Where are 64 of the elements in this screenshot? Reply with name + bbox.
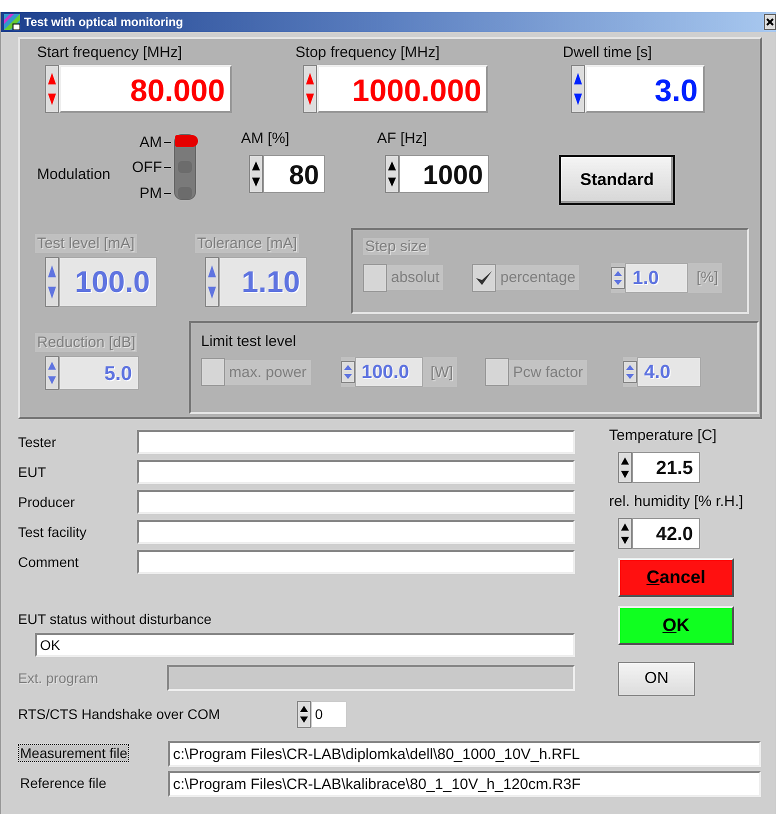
spin-buttons[interactable] (618, 518, 632, 549)
switch-position[interactable] (178, 186, 192, 199)
field-label: Test level [mA] (35, 234, 137, 252)
checkbox[interactable] (485, 358, 510, 386)
text-field[interactable] (137, 460, 575, 484)
checkbox-label: Pcw factor (509, 360, 588, 385)
numeric-field[interactable]: 80 (263, 154, 325, 193)
on-button[interactable]: ON (618, 662, 695, 696)
action-button[interactable]: Cancel (618, 558, 734, 597)
unit-label: [W] (430, 364, 454, 381)
text-field[interactable] (137, 430, 575, 454)
field-label: EUT status without disturbance (18, 611, 213, 627)
text-field[interactable]: OK (35, 633, 575, 657)
field-label: RTS/CTS Handshake over COM (18, 706, 222, 722)
checkbox[interactable] (201, 358, 225, 386)
numeric-field[interactable]: 1000 (399, 154, 489, 193)
text-field[interactable]: c:\Program Files\CR-LAB\diplomka\dell\80_1000_10V_h.RFL (168, 741, 761, 767)
field-label: Test facility (18, 524, 88, 540)
spin-buttons[interactable] (249, 154, 263, 193)
spin-buttons[interactable] (297, 700, 311, 728)
unit-label: [%] (695, 269, 720, 286)
field-label: Reference file (19, 774, 108, 792)
field-label: Modulation (37, 166, 112, 183)
field-label: Tolerance [mA] (195, 234, 300, 252)
numeric-field[interactable]: 0 (311, 700, 347, 728)
numeric-field[interactable]: 21.5 (632, 452, 700, 483)
field-label: Producer (18, 494, 76, 510)
numeric-field[interactable]: 3.0 (584, 65, 705, 113)
field-label: Temperature [C] (609, 427, 718, 444)
field-label: Reduction [dB] (35, 333, 138, 352)
group-title: Limit test level (201, 333, 298, 350)
text-field[interactable] (137, 550, 575, 574)
field-label: EUT (18, 464, 47, 480)
field-label: Tester (18, 434, 58, 450)
spin-buttons[interactable] (618, 452, 632, 483)
window-title: Test with optical monitoring (24, 15, 184, 29)
field-label: Start frequency [MHz] (37, 44, 184, 61)
close-icon[interactable] (764, 14, 776, 30)
checkbox-label: absolut (387, 265, 444, 290)
action-button[interactable]: OK (618, 606, 734, 645)
switch-position-label: PM (115, 184, 171, 202)
field-label: rel. humidity [% r.H.] (609, 493, 744, 510)
spin-buttons[interactable] (385, 154, 399, 193)
group-title: Step size (363, 238, 429, 254)
switch-position-label: AM (115, 134, 171, 151)
switch-position[interactable] (175, 134, 198, 147)
checkbox-label: percentage (496, 265, 580, 290)
switch-position-label: OFF (115, 159, 171, 176)
field-label: Comment (18, 554, 80, 570)
checkbox-label: max. power (225, 360, 311, 385)
field-label: Stop frequency [MHz] (295, 44, 441, 61)
field-label: AM [%] (241, 130, 290, 147)
text-field[interactable]: c:\Program Files\CR-LAB\kalibrace\80_1_10V_h_120cm.R3F (168, 771, 761, 797)
numeric-field[interactable]: 42.0 (632, 518, 700, 549)
app-icon (4, 14, 20, 30)
field-label: AF [Hz] (377, 130, 428, 147)
field-label: Measurement file (18, 744, 130, 762)
text-field[interactable] (137, 520, 575, 544)
text-field[interactable] (137, 490, 575, 514)
field-label: Ext. program (18, 670, 100, 686)
numeric-field[interactable]: 1000.000 (317, 65, 488, 113)
numeric-field[interactable]: 80.000 (59, 65, 232, 113)
field-label: Dwell time [s] (562, 44, 653, 61)
standard-button[interactable]: Standard (559, 154, 675, 205)
